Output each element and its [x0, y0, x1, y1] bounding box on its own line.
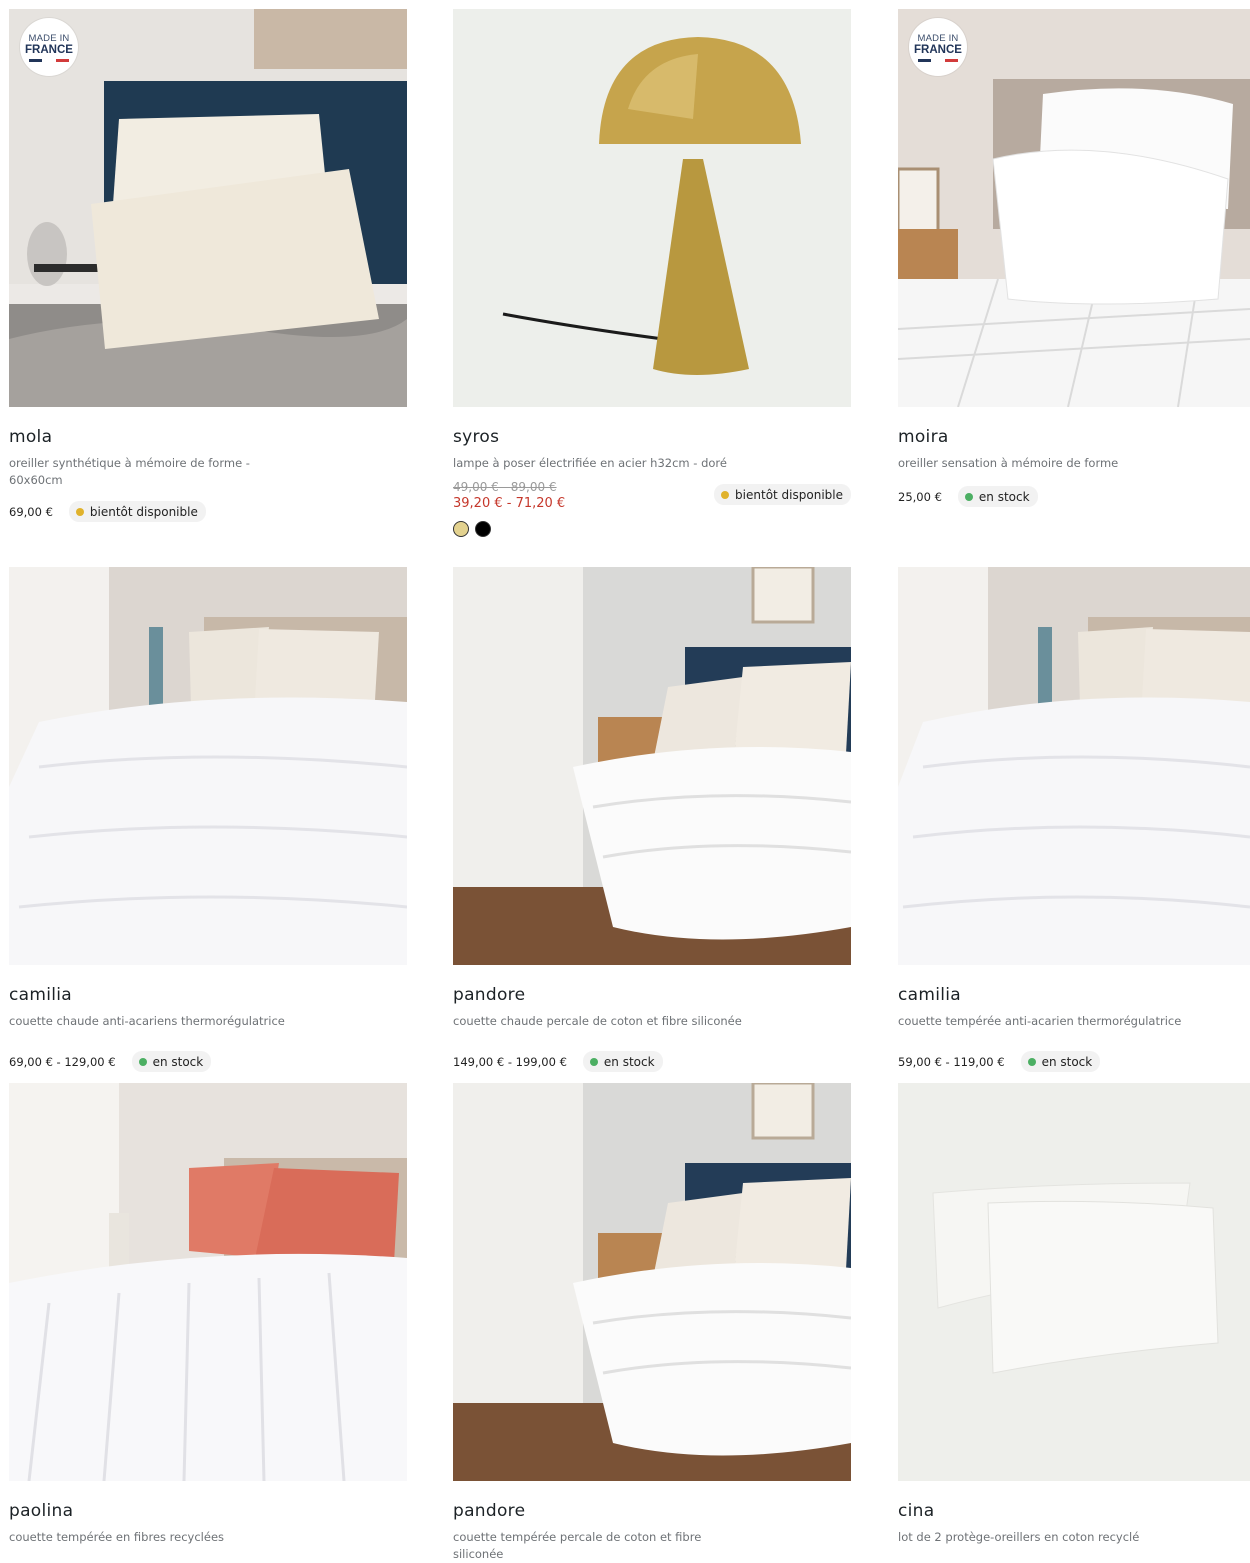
product-price: 39,20 € - 71,20 € — [453, 496, 566, 511]
product-card[interactable]: MADE IN FRANCE mola oreiller synthétique… — [9, 9, 407, 522]
france-flag-icon — [918, 58, 958, 62]
product-name[interactable]: moira — [898, 426, 1250, 448]
product-description: couette tempérée percale de coton et fib… — [453, 1530, 702, 1561]
status-badge: bientôt disponible — [714, 484, 851, 505]
product-name[interactable]: pandore — [453, 1500, 851, 1522]
product-card[interactable]: pandore couette chaude percale de coton … — [453, 567, 851, 1072]
product-image[interactable] — [453, 567, 851, 965]
product-description: lot de 2 protège-oreillers en coton recy… — [898, 1530, 1140, 1544]
product-image[interactable]: MADE IN FRANCE — [898, 9, 1250, 407]
product-card[interactable]: MADE IN FRANCE moira oreiller sensation … — [898, 9, 1250, 507]
product-price: 69,00 € — [9, 504, 53, 519]
product-image[interactable] — [9, 567, 407, 965]
product-price: 59,00 € - 119,00 € — [898, 1054, 1005, 1069]
status-dot-icon — [1027, 1057, 1036, 1066]
status-dot-icon — [75, 507, 84, 516]
product-image[interactable] — [898, 567, 1250, 965]
product-image[interactable] — [898, 1083, 1250, 1481]
product-description: couette tempérée en fibres recyclées — [9, 1530, 225, 1544]
product-name[interactable]: cina — [898, 1500, 1250, 1522]
product-description: oreiller sensation à mémoire de forme — [898, 456, 1119, 470]
product-image[interactable] — [453, 9, 851, 407]
product-name[interactable]: camilia — [898, 984, 1250, 1006]
product-card[interactable]: camilia couette chaude anti-acariens the… — [9, 567, 407, 1072]
old-price: 49,00 € - 89,00 € — [453, 480, 557, 494]
product-description: couette tempérée anti-acarien thermorégu… — [898, 1014, 1182, 1028]
product-price: 25,00 € — [898, 489, 942, 504]
product-name[interactable]: paolina — [9, 1500, 407, 1522]
status-badge: en stock — [957, 486, 1038, 507]
product-name[interactable]: pandore — [453, 984, 851, 1006]
product-image[interactable] — [453, 1083, 851, 1481]
product-image[interactable] — [9, 1083, 407, 1481]
product-price: 149,00 € - 199,00 € — [453, 1054, 567, 1069]
made-in-france-badge: MADE IN FRANCE — [909, 18, 967, 76]
product-description: couette chaude anti-acariens thermorégul… — [9, 1014, 285, 1028]
product-card[interactable]: syros lampe à poser électrifiée en acier… — [453, 9, 851, 537]
color-swatch-gold[interactable] — [453, 521, 469, 537]
status-badge: en stock — [131, 1051, 212, 1072]
status-dot-icon — [589, 1057, 598, 1066]
product-name[interactable]: mola — [9, 426, 407, 448]
status-dot-icon — [721, 490, 730, 499]
made-in-france-badge: MADE IN FRANCE — [20, 18, 78, 76]
product-image[interactable]: MADE IN FRANCE — [9, 9, 407, 407]
status-badge: en stock — [582, 1051, 663, 1072]
product-name[interactable]: camilia — [9, 984, 407, 1006]
status-badge: en stock — [1020, 1051, 1101, 1072]
product-name[interactable]: syros — [453, 426, 851, 448]
france-flag-icon — [29, 58, 69, 62]
status-badge: bientôt disponible — [68, 501, 206, 522]
product-description: couette chaude percale de coton et fibre… — [453, 1014, 742, 1028]
product-card[interactable]: paolina couette tempérée en fibres recyc… — [9, 1083, 407, 1546]
product-description: oreiller synthétique à mémoire de forme … — [9, 456, 250, 487]
product-card[interactable]: pandore couette tempérée percale de coto… — [453, 1083, 851, 1563]
status-dot-icon — [138, 1057, 147, 1066]
color-swatch-black[interactable] — [475, 521, 491, 537]
product-price: 69,00 € - 129,00 € — [9, 1054, 116, 1069]
status-dot-icon — [964, 492, 973, 501]
product-description: lampe à poser électrifiée en acier h32cm… — [453, 456, 727, 470]
product-card[interactable]: cina lot de 2 protège-oreillers en coton… — [898, 1083, 1250, 1546]
product-card[interactable]: camilia couette tempérée anti-acarien th… — [898, 567, 1250, 1072]
